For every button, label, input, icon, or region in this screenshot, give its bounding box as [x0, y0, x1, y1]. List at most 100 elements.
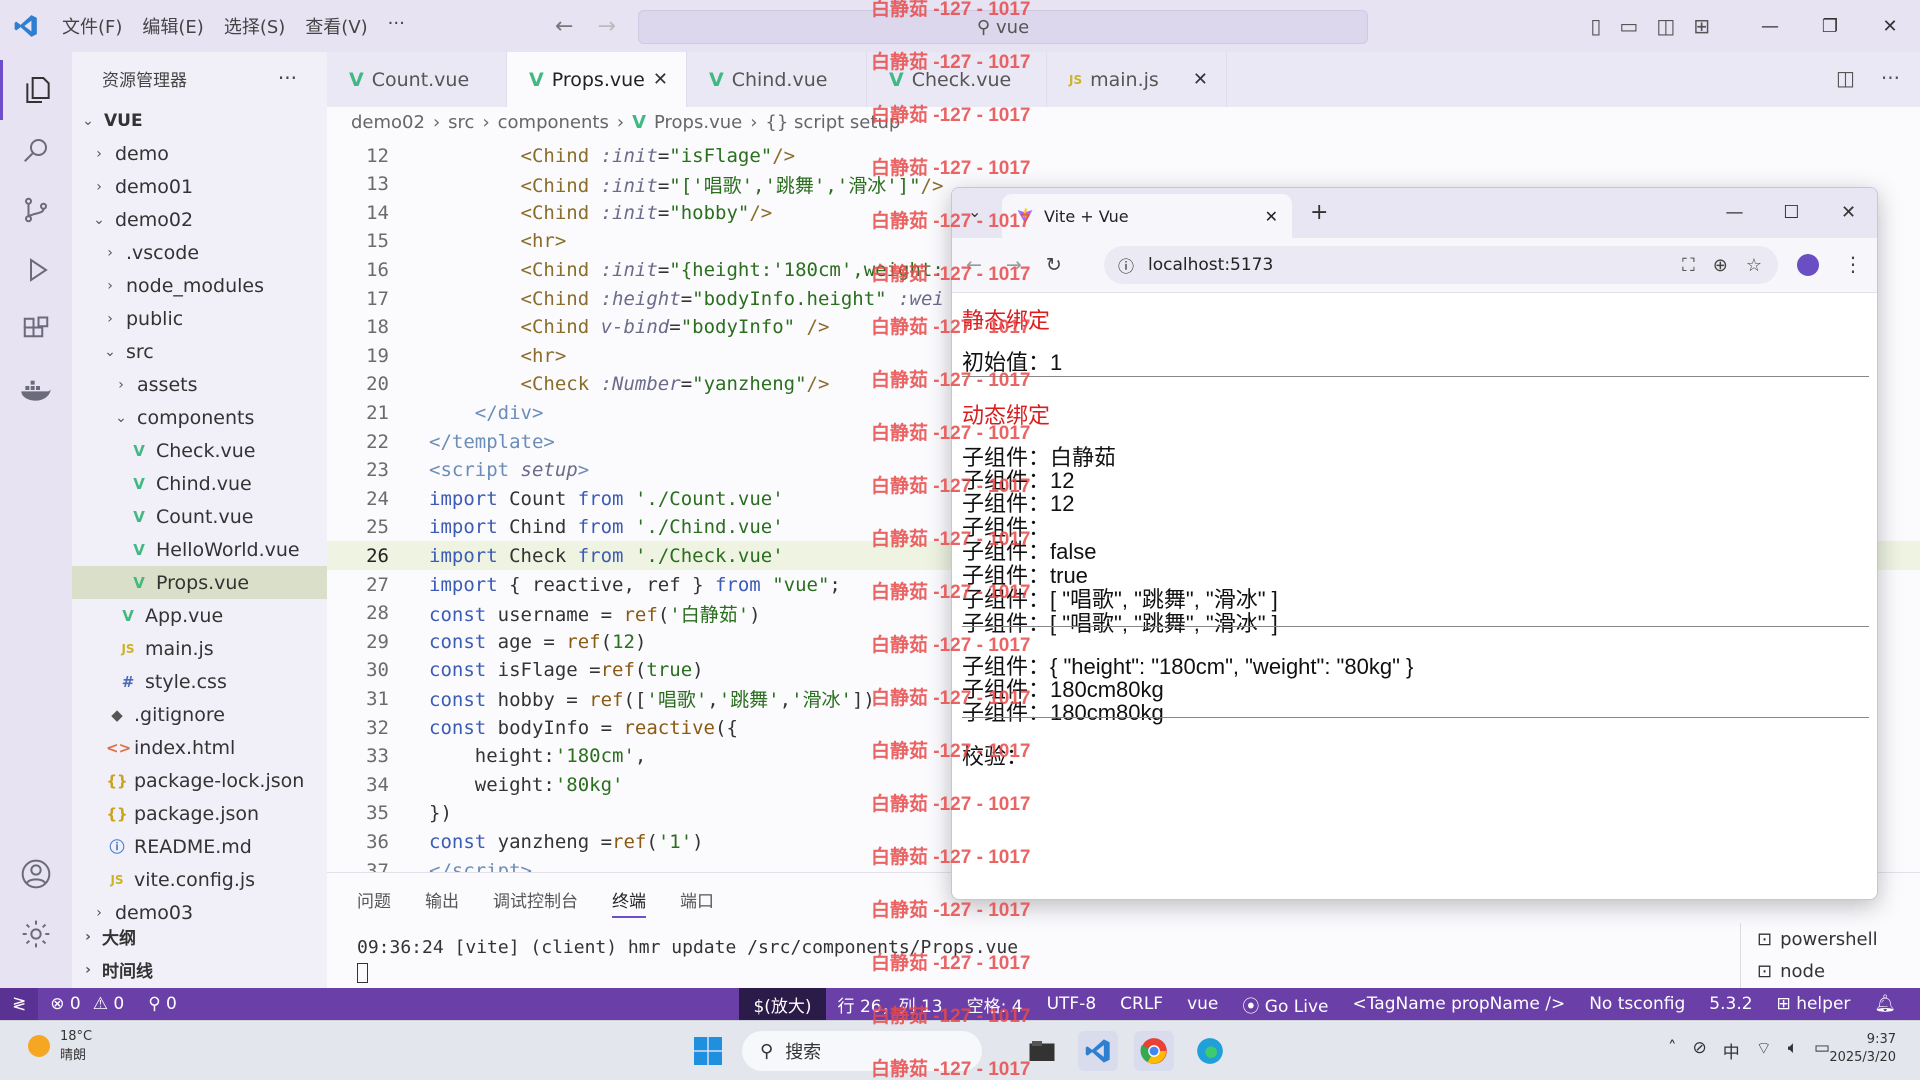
tree-item[interactable]: JS vite.config.js [72, 863, 327, 896]
panel-tab[interactable]: 终端 [612, 887, 646, 918]
back-arrow-icon[interactable]: ← [555, 14, 573, 39]
go-live-button[interactable]: ⦿ Go Live [1230, 992, 1340, 1017]
tree-item[interactable]: V Chind.vue [72, 467, 327, 500]
tree-item[interactable]: V Props.vue [72, 566, 327, 599]
zoom-indicator[interactable]: $(放大) [739, 988, 826, 1020]
close-tab-icon[interactable]: ✕ [653, 69, 668, 90]
settings-gear-icon[interactable] [0, 904, 72, 964]
tree-item[interactable]: › node_modules [72, 269, 327, 302]
notifications-bell-icon[interactable]: 🔔︎ [1862, 994, 1908, 1014]
forward-arrow-icon[interactable]: → [597, 14, 615, 39]
tree-item[interactable]: ⓘ README.md [72, 830, 327, 863]
profile-avatar[interactable] [1797, 254, 1819, 276]
clock[interactable]: 9:37 2025/3/20 [1829, 1031, 1896, 1067]
tree-item[interactable]: › demo [72, 137, 327, 170]
editor-tab[interactable]: V Chind.vue [687, 52, 867, 107]
toggle-panel-icon[interactable]: ▭ [1619, 14, 1638, 38]
edge-icon[interactable] [1190, 1031, 1230, 1071]
breadcrumb-item[interactable]: src [448, 112, 474, 133]
source-control-icon[interactable] [0, 180, 72, 240]
ports-count[interactable]: ⚲ 0 [136, 994, 189, 1014]
menu-item[interactable]: 查看(V) [295, 13, 377, 39]
tree-item[interactable]: # style.css [72, 665, 327, 698]
remote-indicator[interactable]: ≷ [0, 988, 39, 1020]
tree-item[interactable]: ⌄ components [72, 401, 327, 434]
menu-item[interactable]: 文件(F) [52, 13, 132, 39]
tree-item[interactable]: {} package-lock.json [72, 764, 327, 797]
helper-button[interactable]: ⊞ helper [1765, 994, 1863, 1014]
breadcrumb-item[interactable]: components [498, 112, 609, 133]
tsconfig-indicator[interactable]: No tsconfig [1577, 994, 1697, 1014]
browser-minimize-button[interactable]: — [1706, 188, 1763, 238]
toggle-sidebar-icon[interactable]: ▯ [1590, 14, 1601, 38]
vscode-taskbar-icon[interactable] [1078, 1031, 1118, 1071]
panel-tab[interactable]: 调试控制台 [493, 887, 578, 918]
restore-button[interactable]: ❐ [1800, 16, 1860, 37]
tree-item[interactable]: › demo01 [72, 170, 327, 203]
warnings-count[interactable]: ⚠ 0 [93, 994, 136, 1014]
tree-item[interactable]: ⌄ VUE [72, 104, 327, 137]
battery-icon[interactable]: ▭ [1814, 1038, 1830, 1063]
ime-indicator[interactable]: 中 [1723, 1038, 1740, 1063]
tree-item[interactable]: V HelloWorld.vue [72, 533, 327, 566]
editor-tab[interactable]: V Count.vue [327, 52, 507, 107]
run-debug-icon[interactable] [0, 240, 72, 300]
site-info-icon[interactable]: ⓘ [1118, 253, 1134, 277]
tree-item[interactable]: JS main.js [72, 632, 327, 665]
code-line[interactable]: 12 <Chind :init="isFlage"/> [327, 141, 1920, 170]
breadcrumb-item[interactable]: Props.vue [654, 112, 742, 133]
tree-item[interactable]: ◆ .gitignore [72, 698, 327, 731]
bookmark-star-icon[interactable]: ☆ [1746, 255, 1762, 276]
terminal-cursor[interactable] [357, 963, 368, 983]
translate-icon[interactable]: ⛶ [1682, 255, 1695, 276]
volume-icon[interactable]: 🔈︎ [1788, 1038, 1798, 1063]
network-icon[interactable]: ⊘ [1693, 1038, 1707, 1063]
address-bar[interactable]: ⓘ localhost:5173 ⛶ ⊕ ☆ [1104, 246, 1778, 284]
close-tab-icon[interactable]: ✕ [1193, 69, 1208, 90]
minimize-button[interactable]: — [1740, 16, 1800, 37]
menu-item[interactable]: 编辑(E) [132, 13, 213, 39]
end-of-line[interactable]: CRLF [1108, 994, 1175, 1014]
browser-menu-icon[interactable]: ⋮ [1843, 252, 1863, 276]
chevron-up-icon[interactable]: ˄ [1668, 1038, 1677, 1063]
tree-item[interactable]: V Count.vue [72, 500, 327, 533]
ts-version[interactable]: 5.3.2 [1697, 994, 1764, 1014]
customize-layout-icon[interactable]: ⊞ [1693, 14, 1710, 38]
browser-tab[interactable]: Vite + Vue ✕ [1002, 194, 1292, 238]
terminal-item[interactable]: ⊡ node [1741, 955, 1920, 987]
browser-maximize-button[interactable]: ☐ [1763, 188, 1820, 238]
outline-section[interactable]: › 大纲 [72, 920, 327, 953]
docker-icon[interactable] [0, 360, 72, 420]
menu-item[interactable]: 选择(S) [214, 13, 295, 39]
tree-item[interactable]: ⌄ src [72, 335, 327, 368]
explorer-more-icon[interactable]: ··· [278, 66, 297, 90]
tree-item[interactable]: {} package.json [72, 797, 327, 830]
search-icon[interactable] [0, 120, 72, 180]
browser-close-button[interactable]: ✕ [1820, 188, 1877, 238]
tree-item[interactable]: ⌄ demo02 [72, 203, 327, 236]
zoom-icon[interactable]: ⊕ [1713, 255, 1728, 276]
wifi-icon[interactable]: ⌔ [1756, 1038, 1772, 1063]
new-tab-icon[interactable]: + [1310, 200, 1328, 225]
panel-tab[interactable]: 端口 [680, 887, 714, 918]
language-mode[interactable]: vue [1175, 994, 1230, 1014]
editor-tab[interactable]: JS main.js ✕ [1047, 52, 1227, 107]
editor-tab[interactable]: V Props.vue ✕ [507, 52, 687, 107]
chrome-icon[interactable] [1134, 1031, 1174, 1071]
more-actions-icon[interactable]: ··· [1881, 66, 1900, 90]
split-editor-icon[interactable]: ◫ [1836, 66, 1855, 90]
tree-item[interactable]: › .vscode [72, 236, 327, 269]
close-tab-icon[interactable]: ✕ [1265, 207, 1278, 226]
breadcrumb-item[interactable]: demo02 [351, 112, 425, 133]
weather-widget[interactable]: 18°C 晴朗 [28, 1029, 92, 1063]
menu-item[interactable]: ··· [378, 13, 415, 39]
panel-tab[interactable]: 问题 [357, 887, 391, 918]
extensions-icon[interactable] [0, 300, 72, 360]
tree-item[interactable]: <> index.html [72, 731, 327, 764]
windows-start-icon[interactable] [688, 1031, 728, 1071]
panel-tab[interactable]: 输出 [425, 887, 459, 918]
reload-icon[interactable]: ↻ [1046, 254, 1062, 276]
tree-item[interactable]: › assets [72, 368, 327, 401]
errors-count[interactable]: ⊗ 0 [38, 994, 92, 1014]
explorer-icon[interactable] [0, 60, 72, 120]
